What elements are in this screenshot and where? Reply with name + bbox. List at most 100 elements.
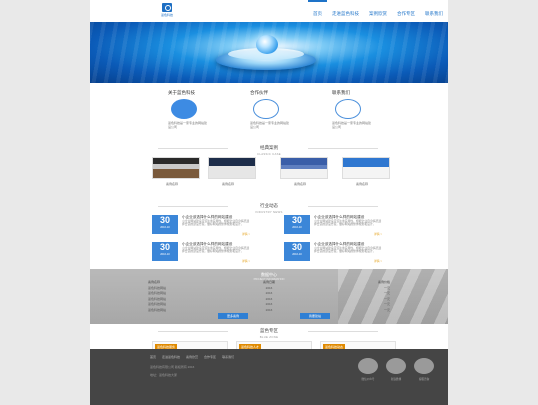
info-section: 数据中心 PROJECT INFORMATION 案例名称 案例日期 案例价格 … (90, 269, 448, 324)
case-card[interactable]: 案例名称 (280, 157, 328, 186)
divider (308, 331, 378, 332)
case-card[interactable]: 案例名称 (208, 157, 256, 186)
divider (158, 148, 228, 149)
contact-circle-icon (335, 99, 361, 119)
date-day: 30 (291, 242, 302, 252)
section-subtitle: INDUSTRY NEWS (255, 210, 283, 214)
news-body: 小企业网站建设应该注重实用性，根据企业自身情况选择合适的建设方案，做好网站的整体… (314, 246, 382, 254)
logo-icon (162, 3, 172, 12)
divider (308, 148, 378, 149)
divider (308, 206, 378, 207)
date-badge: 30 2016-10 (284, 215, 310, 234)
footer-link[interactable]: 首页 (150, 355, 156, 359)
featured-heading: 蓝色专区 BLUE ZONE (90, 324, 448, 339)
nav-item-home[interactable]: 首页 (308, 0, 327, 22)
intro-desc: 蓝色科技是一家专业的网站建设公司 (332, 121, 372, 129)
case-thumbnail (342, 157, 390, 179)
customer-service-icon[interactable] (414, 358, 434, 374)
intro-title: 关于蓝色科技 (168, 90, 195, 95)
hero-banner (90, 22, 448, 83)
nav-item-cases[interactable]: 案例欣赏 (364, 0, 392, 22)
intro-desc: 蓝色科技是一家专业的网站建设公司 (168, 121, 208, 129)
table-row[interactable]: 蓝色科技网站 2016 一元 (148, 308, 390, 314)
intro-title: 联系我们 (332, 90, 350, 95)
more-cases-button[interactable]: 更多案例 (218, 313, 248, 319)
nav-item-contact[interactable]: 联系我们 (420, 0, 448, 22)
footer-link[interactable]: 案例欣赏 (186, 355, 198, 359)
intro-section: 关于蓝色科技 蓝色科技是一家专业的网站建设公司 合作伙伴 蓝色科技是一家专业的网… (90, 83, 448, 145)
date-month: 2016-10 (292, 253, 302, 256)
news-item[interactable]: 30 2016-10 小企业该选择什么样的网站建设 小企业网站建设应该注重实用性… (284, 215, 384, 239)
news-body: 小企业网站建设应该注重实用性，根据企业自身情况选择合适的建设方案，做好网站的整体… (182, 246, 250, 254)
news-section: 行业动态 INDUSTRY NEWS 30 2016-10 小企业该选择什么样的… (90, 203, 448, 269)
wechat-icon[interactable] (358, 358, 378, 374)
icon-caption: 微信公众号 (361, 378, 375, 381)
divider (158, 206, 228, 207)
site-footer: 首页 走进蓝色科技 案例欣赏 合作专区 联系我们 蓝色科技有限公司 版权所有 2… (90, 349, 448, 405)
section-title: 行业动态 (260, 203, 278, 208)
footer-copyright: 蓝色科技有限公司 版权所有 2016 (150, 365, 195, 369)
table-cell: 蓝色科技网站 (148, 307, 167, 312)
logo[interactable]: 蓝色科技 (156, 3, 178, 19)
news-more-link[interactable]: 详情 > (374, 232, 382, 236)
main-nav: 首页 走进蓝色科技 案例欣赏 合作专区 联系我们 (308, 0, 448, 22)
partners-circle-icon (253, 99, 279, 119)
news-heading: 行业动态 INDUSTRY NEWS (90, 203, 448, 214)
case-caption: 案例名称 (294, 182, 307, 186)
section-title: 蓝色专区 (260, 328, 278, 333)
footer-link[interactable]: 联系我们 (222, 355, 234, 359)
news-item[interactable]: 30 2016-10 小企业该选择什么样的网站建设 小企业网站建设应该注重实用性… (152, 215, 252, 239)
news-item[interactable]: 30 2016-10 小企业该选择什么样的网站建设 小企业网站建设应该注重实用性… (284, 242, 384, 266)
news-more-link[interactable]: 详情 > (374, 259, 382, 263)
build-site-button[interactable]: 我要建站 (300, 313, 330, 319)
case-caption: 案例名称 (166, 182, 179, 186)
case-thumbnail (152, 157, 200, 179)
intro-contact[interactable]: 联系我们 蓝色科技是一家专业的网站建设公司 (332, 90, 382, 129)
case-thumbnail (280, 157, 328, 179)
logo-text: 蓝色科技 (160, 13, 173, 17)
nav-item-about[interactable]: 走进蓝色科技 (327, 0, 364, 22)
news-body: 小企业网站建设应该注重实用性，根据企业自身情况选择合适的建设方案，做好网站的整体… (182, 219, 250, 227)
intro-title: 合作伙伴 (250, 90, 268, 95)
about-circle-icon (171, 99, 197, 119)
date-badge: 30 2016-10 (152, 242, 178, 261)
date-month: 2016-10 (160, 253, 170, 256)
globe-icon (256, 35, 278, 54)
intro-desc: 蓝色科技是一家专业的网站建设公司 (250, 121, 290, 129)
footer-address: 地址：蓝色科技大厦 (150, 373, 178, 377)
intro-about[interactable]: 关于蓝色科技 蓝色科技是一家专业的网站建设公司 (168, 90, 218, 129)
date-day: 30 (159, 242, 170, 252)
case-caption: 案例名称 (356, 182, 369, 186)
news-item[interactable]: 30 2016-10 小企业该选择什么样的网站建设 小企业网站建设应该注重实用性… (152, 242, 252, 266)
date-badge: 30 2016-10 (284, 242, 310, 261)
date-month: 2016-10 (292, 226, 302, 229)
intro-partners[interactable]: 合作伙伴 蓝色科技是一家专业的网站建设公司 (250, 90, 300, 129)
footer-link[interactable]: 合作专区 (204, 355, 216, 359)
date-day: 30 (159, 215, 170, 225)
info-table: 案例名称 案例日期 案例价格 蓝色科技网站 2016 一元 蓝色科技网站 201… (148, 280, 390, 313)
case-caption: 案例名称 (222, 182, 235, 186)
section-title: 经典案例 (260, 145, 278, 150)
footer-links: 首页 走进蓝色科技 案例欣赏 合作专区 联系我们 (150, 355, 234, 359)
news-body: 小企业网站建设应该注重实用性，根据企业自身情况选择合适的建设方案，做好网站的整体… (314, 219, 382, 227)
icon-caption: 新浪微博 (390, 378, 402, 381)
weibo-icon[interactable] (386, 358, 406, 374)
case-thumbnail (208, 157, 256, 179)
divider (158, 331, 228, 332)
section-subtitle: CLASSIC CASE (257, 152, 281, 156)
nav-item-cooperation[interactable]: 合作专区 (392, 0, 420, 22)
case-card[interactable]: 案例名称 (152, 157, 200, 186)
cases-heading: 经典案例 CLASSIC CASE (90, 145, 448, 156)
case-card[interactable]: 案例名称 (342, 157, 390, 186)
date-badge: 30 2016-10 (152, 215, 178, 234)
footer-link[interactable]: 走进蓝色科技 (162, 355, 180, 359)
news-more-link[interactable]: 详情 > (242, 232, 250, 236)
section-subtitle: BLUE ZONE (259, 335, 279, 339)
date-month: 2016-10 (160, 226, 170, 229)
date-day: 30 (291, 215, 302, 225)
news-more-link[interactable]: 详情 > (242, 259, 250, 263)
cases-section: 经典案例 CLASSIC CASE 案例名称 案例名称 案例名称 案例名称 (90, 145, 448, 203)
icon-caption: 客服咨询 (418, 378, 430, 381)
page: 蓝色科技 首页 走进蓝色科技 案例欣赏 合作专区 联系我们 关于蓝色科技 蓝色科… (90, 0, 448, 405)
site-header: 蓝色科技 首页 走进蓝色科技 案例欣赏 合作专区 联系我们 (90, 0, 448, 22)
